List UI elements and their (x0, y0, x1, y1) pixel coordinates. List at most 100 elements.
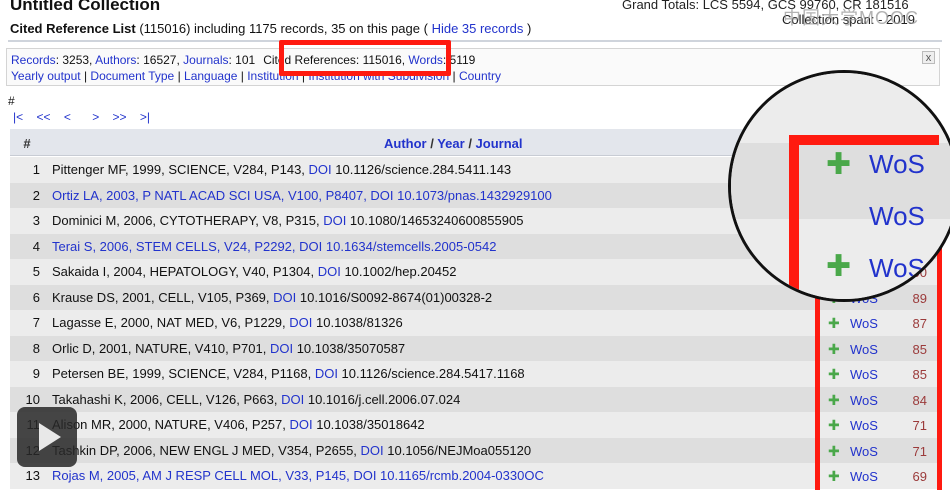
subtitle: Cited Reference List (115016) including … (10, 21, 531, 36)
authors-link[interactable]: Authors (95, 53, 136, 67)
divider (8, 40, 942, 42)
reference-citation: Pittenger MF, 1999, SCIENCE, V284, P143, (52, 162, 309, 177)
hide-records-link[interactable]: Hide 35 records (432, 21, 524, 36)
records-link[interactable]: Records (11, 53, 56, 67)
reference-text: Tashkin DP, 2006, NEW ENGL J MED, V354, … (52, 443, 531, 458)
mooc-watermark: 中国大学MOOC (783, 8, 919, 28)
reference-citation[interactable]: Rojas M, 2005, AM J RESP CELL MOL, V33, … (52, 468, 353, 483)
doi-link[interactable]: DOI (353, 468, 376, 483)
table-row: 13 Rojas M, 2005, AM J RESP CELL MOL, V33… (10, 463, 938, 489)
table-row: 8 Orlic D, 2001, NATURE, V410, P701, DOI … (10, 335, 938, 361)
doi-link[interactable]: DOI (289, 417, 312, 432)
zoom-wos-link: WoS (869, 253, 925, 283)
doi-link[interactable]: DOI (318, 264, 341, 279)
doi-link[interactable]: DOI (309, 162, 332, 177)
play-button[interactable] (17, 407, 77, 467)
doi-link[interactable]: DOI (315, 366, 338, 381)
reference-citation[interactable]: Ortiz LA, 2003, P NATL ACAD SCI USA, V10… (52, 188, 370, 203)
doi-link[interactable]: DOI (270, 341, 293, 356)
close-icon[interactable]: x (922, 51, 935, 64)
subtitle-close: ) (526, 21, 532, 36)
reference-citation: Petersen BE, 1999, SCIENCE, V284, P1168, (52, 366, 315, 381)
authors-value: : 16527, (136, 53, 184, 67)
reference-text: Takahashi K, 2006, CELL, V126, P663, DOI… (52, 392, 460, 407)
reference-text[interactable]: Rojas M, 2005, AM J RESP CELL MOL, V33, … (52, 468, 544, 483)
doi-value: 10.1056/NEJMoa055120 (383, 442, 532, 458)
pager: |< << < > >> >| (13, 110, 160, 124)
doi-value: 10.1038/35018642 (312, 417, 425, 432)
reference-text[interactable]: Ortiz LA, 2003, P NATL ACAD SCI USA, V10… (52, 188, 552, 203)
doi-link[interactable]: DOI (299, 239, 322, 254)
sort-year-link[interactable]: Year (437, 136, 464, 151)
language-link[interactable]: Language (184, 69, 237, 83)
journals-value: : 101 (228, 53, 256, 67)
zoom-wos-link: WoS (869, 149, 925, 179)
zoom-wos-link: WoS (869, 201, 925, 231)
records-value: : 3253, (55, 53, 96, 67)
last-page-button[interactable]: >| (140, 110, 150, 124)
row-number: 9 (32, 366, 40, 381)
doi-value: 10.1165/rcmb.2004-0330OC (376, 468, 544, 483)
sort-author-link[interactable]: Author (384, 136, 427, 151)
reference-citation: Sakaida I, 2004, HEPATOLOGY, V40, P1304, (52, 264, 318, 279)
row-number: 6 (32, 289, 40, 305)
reference-text: Krause DS, 2001, CELL, V105, P369, DOI 1… (52, 290, 492, 305)
zoom-add-icon: ✚ (826, 250, 852, 283)
reference-citation: Lagasse E, 2000, NAT MED, V6, P1229, (52, 315, 290, 330)
header-author-year-journal: Author / Year / Journal (384, 136, 523, 151)
subtitle-counts: (115016) including 1175 records, 35 on t… (139, 21, 428, 36)
table-row: 11Alison MR, 2000, NATURE, V406, P257, D… (10, 412, 938, 438)
reference-text: Sakaida I, 2004, HEPATOLOGY, V40, P1304,… (52, 264, 457, 279)
zoom-add-icon: ✚ (826, 148, 852, 181)
doi-value: 10.1073/pnas.1432929100 (393, 187, 552, 203)
doi-value: 10.1634/stemcells.2005-0542 (322, 238, 497, 254)
row-number: 1 (32, 162, 40, 177)
doi-link[interactable]: DOI (361, 443, 384, 458)
doi-value: 10.1080/14653240600855905 (346, 213, 524, 228)
first-page-button[interactable]: |< (13, 110, 23, 124)
reference-text: Alison MR, 2000, NATURE, V406, P257, DOI… (52, 417, 425, 432)
collection-title: Untitled Collection (10, 0, 161, 14)
yearly-output-link[interactable]: Yearly output (11, 69, 81, 83)
table-row: 10 Takahashi K, 2006, CELL, V126, P663, D… (10, 386, 938, 412)
reference-text: Pittenger MF, 1999, SCIENCE, V284, P143,… (52, 162, 511, 177)
reference-citation: Orlic D, 2001, NATURE, V410, P701, (52, 340, 270, 356)
doi-link[interactable]: DOI (370, 188, 393, 203)
doi-link[interactable]: DOI (323, 213, 346, 228)
row-number: 8 (32, 340, 40, 356)
doi-value: 10.1016/S0092-8674(01)00328-2 (296, 289, 493, 305)
reference-text: Petersen BE, 1999, SCIENCE, V284, P1168,… (52, 366, 525, 381)
row-number: 10 (25, 391, 40, 407)
country-link[interactable]: Country (459, 69, 501, 83)
document-type-link[interactable]: Document Type (90, 69, 174, 83)
zoom-magnifier: ✚ WoS WoS ✚ WoS (728, 70, 950, 302)
doi-value: 10.1038/81326 (312, 315, 403, 330)
table-row: 9 Petersen BE, 1999, SCIENCE, V284, P1168… (10, 361, 938, 387)
doi-value: 10.1038/35070587 (293, 340, 406, 356)
journals-link[interactable]: Journals (183, 53, 228, 67)
reference-citation: Alison MR, 2000, NATURE, V406, P257, (52, 417, 290, 432)
row-number: 5 (32, 264, 40, 279)
sort-journal-link[interactable]: Journal (476, 136, 523, 151)
row-number: 4 (32, 238, 40, 254)
play-icon (39, 423, 61, 451)
next-10-button[interactable]: >> (113, 110, 127, 124)
doi-link[interactable]: DOI (289, 315, 312, 330)
reference-text: Dominici M, 2006, CYTOTHERAPY, V8, P315,… (52, 213, 523, 228)
header-number: # (23, 136, 31, 151)
row-number: 2 (32, 187, 40, 203)
prev-page-button[interactable]: < (64, 110, 71, 124)
reference-citation: Dominici M, 2006, CYTOTHERAPY, V8, P315, (52, 213, 324, 228)
reference-citation: Tashkin DP, 2006, NEW ENGL J MED, V354, … (52, 442, 361, 458)
doi-link[interactable]: DOI (273, 290, 296, 305)
cited-references-highlight (279, 40, 451, 76)
reference-citation[interactable]: Terai S, 2006, STEM CELLS, V24, P2292, (52, 239, 299, 254)
doi-link[interactable]: DOI (281, 392, 304, 407)
subtitle-label: Cited Reference List (10, 21, 136, 36)
prev-10-button[interactable]: << (36, 110, 50, 124)
reference-text[interactable]: Terai S, 2006, STEM CELLS, V24, P2292, D… (52, 239, 496, 254)
doi-value: 10.1002/hep.20452 (340, 264, 457, 279)
next-page-button[interactable]: > (92, 110, 99, 124)
doi-value: 10.1126/science.284.5411.143 (331, 162, 512, 177)
doi-value: 10.1016/j.cell.2006.07.024 (304, 391, 461, 407)
